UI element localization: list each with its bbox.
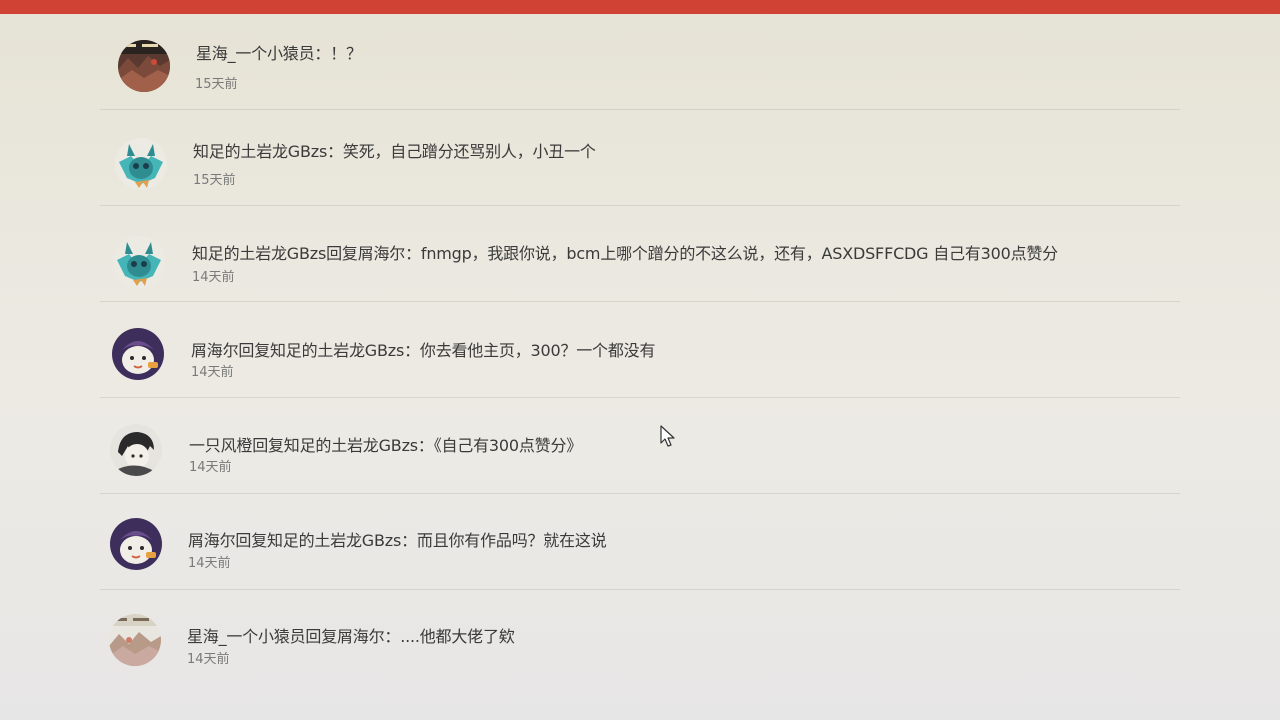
comment-time: 14天前 [192, 270, 235, 285]
comment-time: 14天前 [188, 556, 231, 571]
comment-item: 星海_一个小猿员：！？ 15天前 [0, 14, 1180, 110]
top-header-bar [0, 0, 1280, 14]
comment-text: 屑海尔回复知足的土岩龙GBzs：你去看他主页，300？一个都没有 [191, 341, 656, 360]
comment-item: 屑海尔回复知足的土岩龙GBzs：你去看他主页，300？一个都没有 14天前 [0, 302, 1180, 398]
comment-item: 一只风橙回复知足的土岩龙GBzs：《自己有300点赞分》 14天前 [0, 398, 1180, 494]
comment-time: 15天前 [195, 77, 238, 92]
comment-time: 14天前 [187, 652, 230, 667]
comment-item: 知足的土岩龙GBzs回复屑海尔：fnmgp，我跟你说，bcm上哪个蹭分的不这么说… [0, 206, 1180, 302]
landscape-avatar-icon[interactable] [109, 614, 161, 666]
purple-character-avatar-icon[interactable] [112, 328, 164, 380]
comment-item: 星海_一个小猿员回复屑海尔：....他都大佬了欸 14天前 [0, 590, 1180, 686]
comment-time: 15天前 [193, 173, 236, 188]
comment-list: 星海_一个小猿员：！？ 15天前 知足的土岩龙GBzs：笑死，自己蹭分还骂别人，… [0, 14, 1280, 720]
purple-character-avatar-icon[interactable] [110, 518, 162, 570]
comment-text: 星海_一个小猿员：！？ [196, 44, 362, 63]
comment-text: 一只风橙回复知足的土岩龙GBzs：《自己有300点赞分》 [189, 436, 583, 455]
comment-text: 屑海尔回复知足的土岩龙GBzs：而且你有作品吗？就在这说 [188, 531, 607, 550]
teal-creature-avatar-icon[interactable] [115, 138, 167, 190]
comment-text: 知足的土岩龙GBzs：笑死，自己蹭分还骂别人，小丑一个 [193, 142, 596, 161]
comment-text: 知足的土岩龙GBzs回复屑海尔：fnmgp，我跟你说，bcm上哪个蹭分的不这么说… [192, 244, 1058, 263]
comment-time: 14天前 [191, 365, 234, 380]
sketch-character-avatar-icon[interactable] [110, 424, 162, 476]
landscape-avatar-icon[interactable] [118, 40, 170, 92]
comment-time: 14天前 [189, 460, 232, 475]
comment-text: 星海_一个小猿员回复屑海尔：....他都大佬了欸 [187, 627, 515, 646]
teal-creature-avatar-icon[interactable] [113, 236, 165, 288]
mouse-cursor-icon [660, 425, 678, 449]
comment-item: 知足的土岩龙GBzs：笑死，自己蹭分还骂别人，小丑一个 15天前 [0, 110, 1180, 206]
comment-item: 屑海尔回复知足的土岩龙GBzs：而且你有作品吗？就在这说 14天前 [0, 494, 1180, 590]
